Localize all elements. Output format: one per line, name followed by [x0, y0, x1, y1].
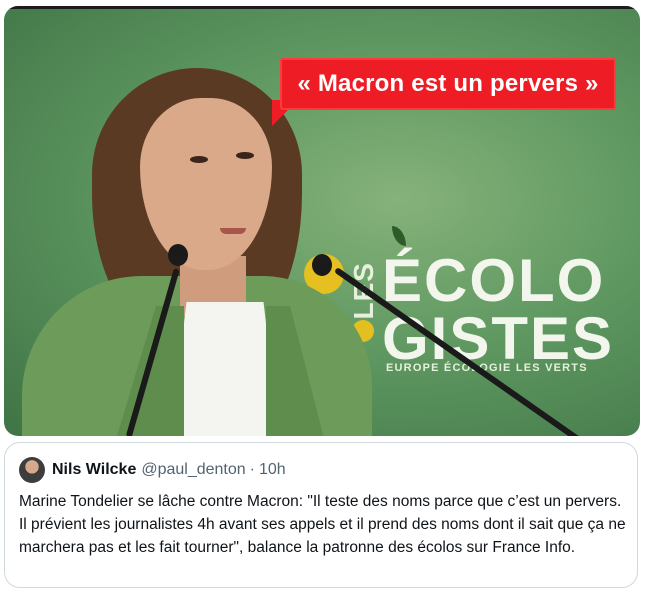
tweet-timestamp[interactable]: 10h [259, 461, 286, 479]
quoted-tweet-text: Marine Tondelier se lâche contre Macron:… [19, 493, 626, 556]
speech-bubble: « Macron est un pervers » [280, 58, 616, 110]
microphone-right-head [312, 254, 332, 276]
tweet-media-image[interactable]: LES ÉCOLO GISTES EUROPE ÉCOLOGIE LES VER… [4, 6, 640, 436]
author-handle[interactable]: @paul_denton [141, 461, 245, 479]
speech-bubble-text: « Macron est un pervers » [297, 70, 599, 97]
media-top-border [4, 6, 640, 9]
avatar[interactable] [19, 457, 45, 483]
separator-dot: · [249, 461, 255, 478]
person-eye-right [236, 152, 254, 159]
quoted-tweet-card[interactable]: Nils Wilcke @paul_denton · 10h Marine To… [4, 442, 638, 588]
person-shirt [170, 302, 280, 436]
microphone-left-head [168, 244, 188, 266]
author-name[interactable]: Nils Wilcke [52, 461, 136, 479]
quoted-tweet-header: Nils Wilcke @paul_denton · 10h [19, 457, 286, 483]
logo-leaf-icon [392, 226, 406, 246]
person-mouth [220, 228, 246, 234]
person-eye-left [190, 156, 208, 163]
